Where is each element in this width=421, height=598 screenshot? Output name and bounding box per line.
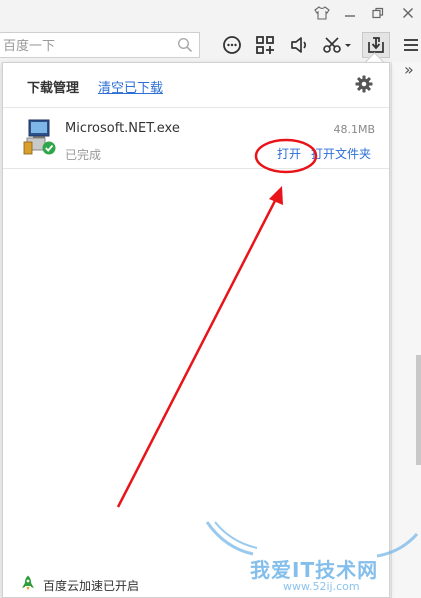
open-folder-link[interactable]: 打开文件夹 <box>311 145 371 162</box>
sound-icon[interactable] <box>286 33 312 57</box>
download-manager-panel: 下载管理 清空已下载 Microsoft.NET.exe 48.1MB 已完成 … <box>2 62 390 598</box>
expand-chevron-icon[interactable]: » <box>404 60 414 79</box>
scissors-icon[interactable] <box>320 33 354 57</box>
panel-title: 下载管理 <box>27 81 80 96</box>
accelerator-status-bar: 百度云加速已开启 <box>3 569 389 597</box>
file-name: Microsoft.NET.exe <box>65 121 180 136</box>
search-icon[interactable] <box>177 37 193 53</box>
search-input[interactable] <box>1 36 175 56</box>
download-status: 已完成 <box>65 148 102 162</box>
shirt-icon[interactable] <box>310 2 334 24</box>
search-box <box>0 32 200 58</box>
browser-toolbar <box>0 28 421 62</box>
accelerator-status-text: 百度云加速已开启 <box>43 579 140 593</box>
file-size: 48.1MB <box>333 123 375 136</box>
apps-icon[interactable] <box>252 33 278 57</box>
close-icon[interactable] <box>396 2 420 24</box>
restore-icon[interactable] <box>366 2 390 24</box>
page-background-strip: » <box>391 60 421 598</box>
clear-downloaded-link[interactable]: 清空已下载 <box>98 77 163 96</box>
rocket-icon <box>22 575 34 591</box>
open-file-link[interactable]: 打开 <box>277 145 301 162</box>
chat-icon[interactable] <box>219 33 245 57</box>
gear-icon[interactable] <box>355 75 373 93</box>
window-titlebar <box>0 0 421 28</box>
installer-file-icon <box>23 119 56 155</box>
menu-icon[interactable] <box>398 33 421 57</box>
minimize-icon[interactable] <box>338 2 362 24</box>
download-item: Microsoft.NET.exe 48.1MB 已完成 打开 打开文件夹 <box>3 108 389 169</box>
scrollbar-thumb[interactable] <box>416 355 421 465</box>
